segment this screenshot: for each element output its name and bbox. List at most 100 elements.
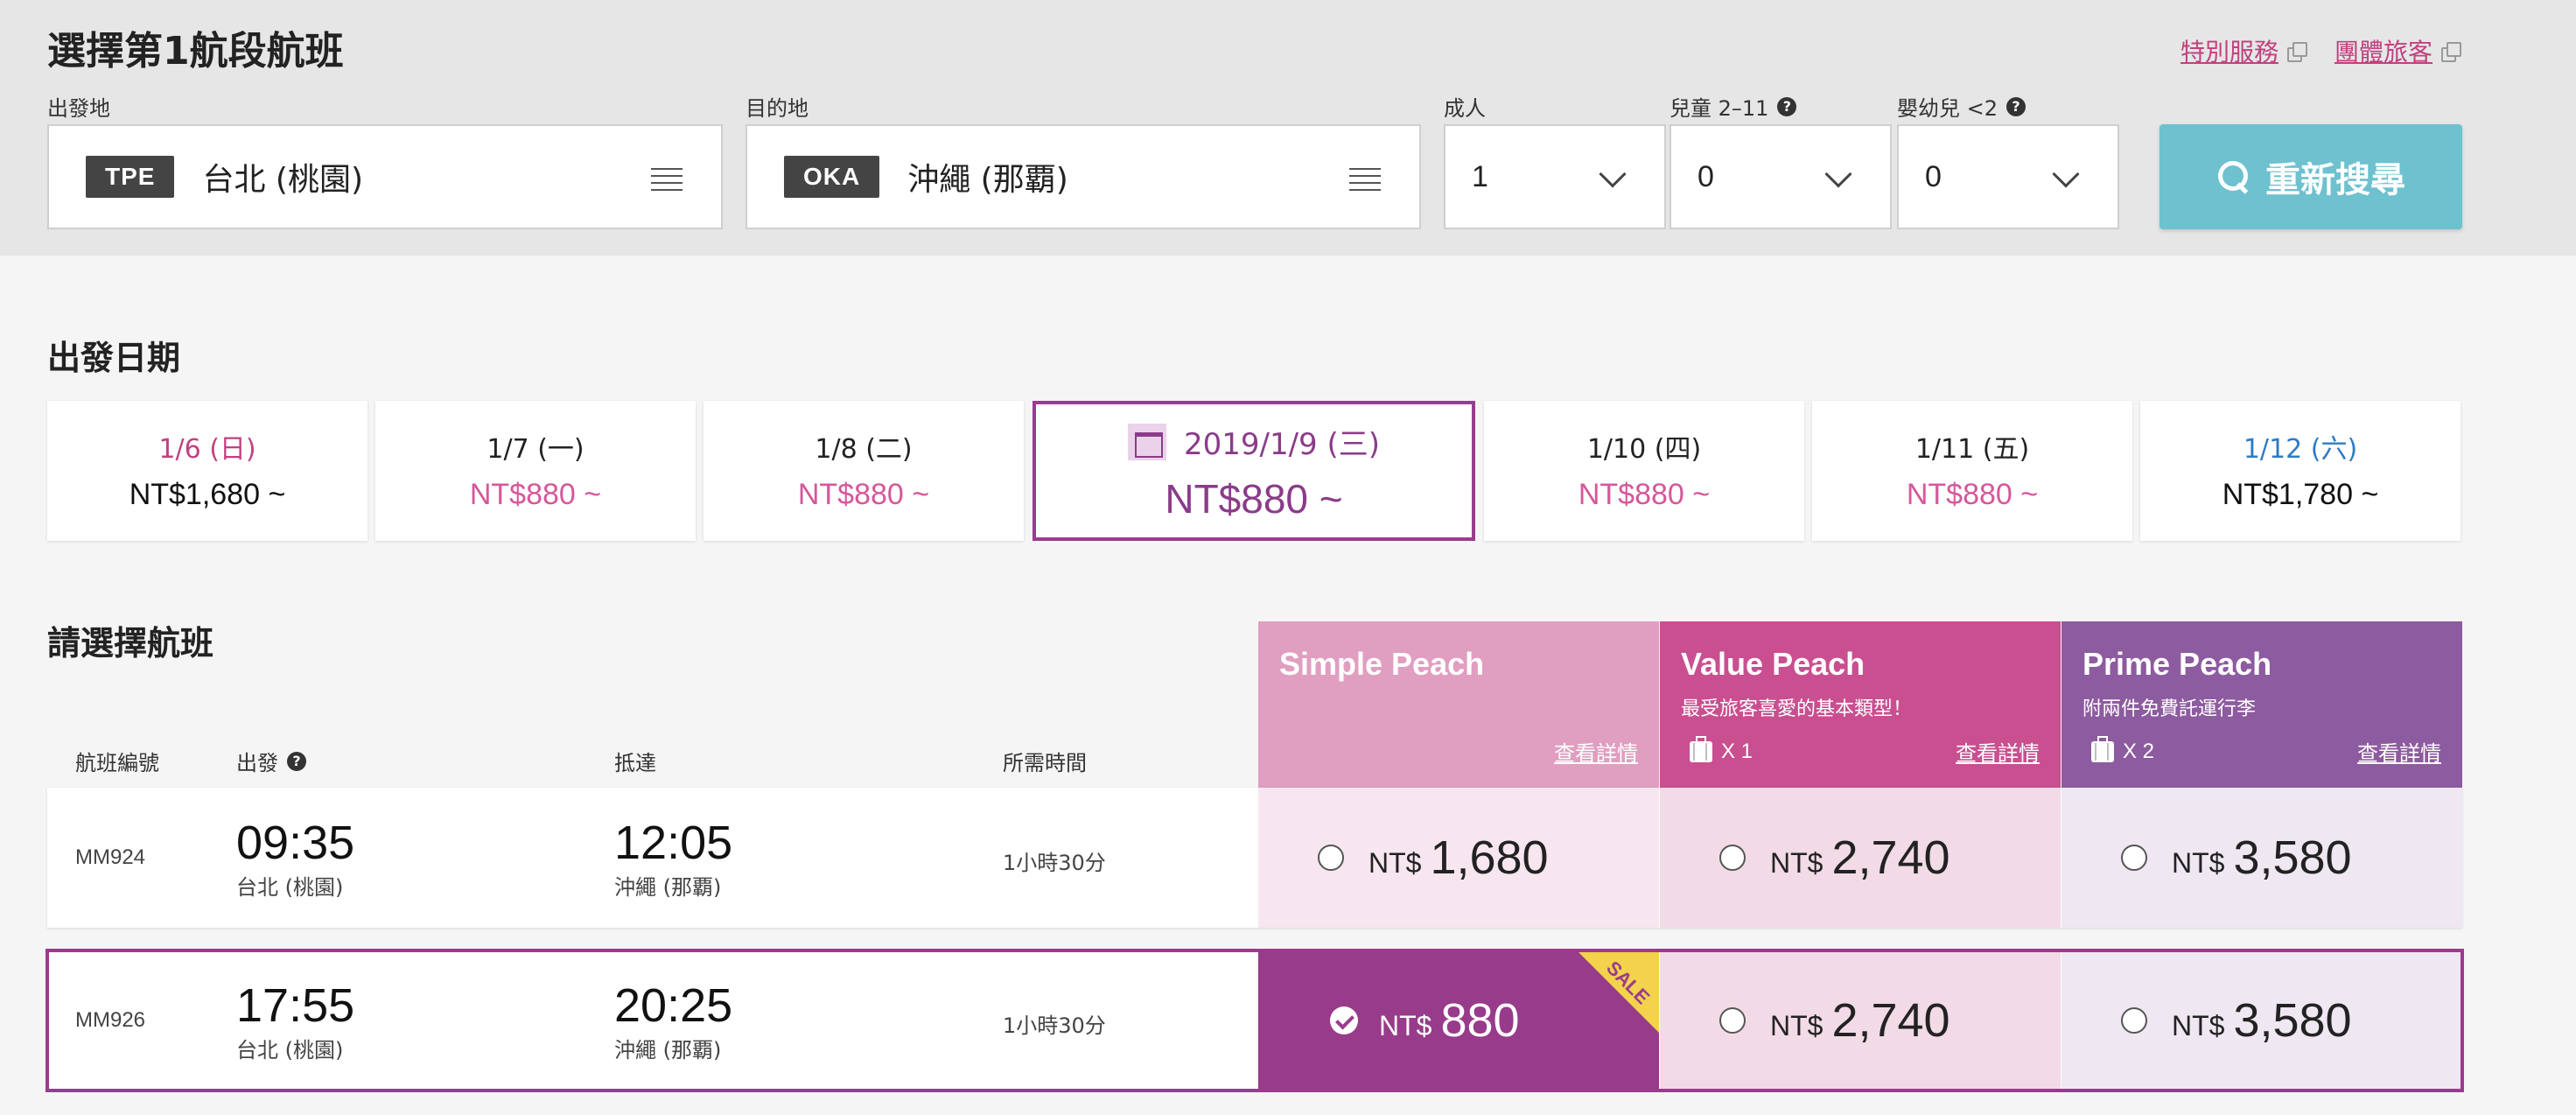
infants-label: 嬰幼兒 <2 — [1897, 96, 1998, 121]
fare-detail-link[interactable]: 查看詳情 — [1956, 736, 2040, 767]
origin-label: 出發地 — [47, 96, 110, 121]
fare-header-simple: Simple Peach 查看詳情 — [1258, 621, 1659, 788]
checkmark-icon[interactable] — [1330, 1006, 1358, 1034]
special-service-label: 特別服務 — [2180, 38, 2278, 67]
date-label: 1/12 (六) — [2243, 434, 2358, 465]
price-currency: NT$ — [1770, 846, 1824, 879]
list-icon[interactable] — [651, 168, 682, 191]
price-value: 880 — [1440, 994, 1520, 1047]
destination-field[interactable]: OKA 沖繩 (那覇) — [746, 124, 1421, 229]
adults-select[interactable]: 1 — [1444, 124, 1666, 229]
flight-duration: 1小時30分 — [1003, 1013, 1106, 1038]
fare-option-simple[interactable]: NT$ 1,680 — [1258, 788, 1659, 928]
date-label: 1/10 (四) — [1586, 434, 1702, 465]
date-label: 1/8 (二) — [815, 434, 913, 465]
calendar-icon — [1127, 423, 1166, 460]
fare-option-prime[interactable]: NT$ 3,580 — [2062, 788, 2462, 928]
infants-value: 0 — [1925, 159, 1942, 193]
sale-badge-text: SALE — [1602, 957, 1655, 1009]
children-value: 0 — [1698, 159, 1714, 193]
fare-name: Simple Peach — [1279, 646, 1485, 682]
price-currency: NT$ — [1368, 846, 1422, 879]
date-label: 1/7 (一) — [486, 434, 584, 465]
children-select[interactable]: 0 — [1670, 124, 1892, 229]
origin-field[interactable]: TPE 台北 (桃園) — [47, 124, 723, 229]
fare-header-value: Value Peach 最受旅客喜愛的基本類型！ X 1 查看詳情 — [1660, 621, 2061, 788]
price-value: 1,680 — [1430, 831, 1549, 884]
date-card[interactable]: 1/12 (六) NT$1,780 ~ — [2140, 401, 2460, 541]
flight-duration: 1小時30分 — [1003, 851, 1106, 875]
fare-detail-link[interactable]: 查看詳情 — [2357, 736, 2441, 767]
price-currency: NT$ — [2172, 1009, 2225, 1041]
depart-time: 17:55 — [236, 979, 355, 1032]
price-currency: NT$ — [2172, 846, 2225, 879]
date-card-selected[interactable]: 2019/1/9 (三) NT$880 ~ — [1032, 401, 1475, 541]
date-card[interactable]: 1/6 (日) NT$1,680 ~ — [47, 401, 368, 541]
special-service-link[interactable]: 特別服務 — [2180, 33, 2307, 68]
destination-label: 目的地 — [746, 96, 808, 121]
search-icon — [2216, 159, 2251, 194]
date-price: NT$880 ~ — [1578, 478, 1711, 511]
sale-badge: SALE — [1578, 952, 1659, 1033]
radio-button[interactable] — [2121, 845, 2147, 871]
fare-detail-link[interactable]: 查看詳情 — [1554, 736, 1638, 767]
radio-button[interactable] — [2121, 1007, 2147, 1034]
external-window-icon — [2441, 42, 2461, 62]
flight-number: MM924 — [75, 845, 146, 869]
date-price: NT$880 ~ — [1906, 478, 2039, 511]
luggage-icon — [2091, 735, 2114, 762]
price-value: 2,740 — [1831, 831, 1950, 884]
fare-subtitle: 最受旅客喜愛的基本類型！ — [1681, 698, 1913, 720]
price-value: 3,580 — [2233, 994, 2352, 1047]
group-travel-link[interactable]: 團體旅客 — [2334, 33, 2461, 68]
luggage-icon — [1690, 735, 1712, 762]
date-card[interactable]: 1/7 (一) NT$880 ~ — [375, 401, 696, 541]
date-price: NT$1,780 ~ — [2222, 478, 2379, 511]
date-card[interactable]: 1/10 (四) NT$880 ~ — [1484, 401, 1804, 541]
fare-option-value[interactable]: NT$ 2,740 — [1660, 952, 2061, 1089]
help-icon[interactable]: ? — [2006, 96, 2026, 116]
date-label-selected: 2019/1/9 (三) — [1036, 420, 1472, 463]
flight-row-selected: MM926 17:55 台北 (桃園) 20:25 沖繩 (那覇) 1小時30分… — [46, 949, 2464, 1092]
col-header-duration: 所需時間 — [1003, 751, 1087, 775]
baggage-allowance: X 2 — [2091, 735, 2154, 764]
arrive-time: 20:25 — [614, 979, 733, 1032]
list-icon[interactable] — [1349, 168, 1381, 191]
help-icon[interactable]: ? — [287, 751, 306, 771]
col-header-flight-no: 航班編號 — [75, 751, 159, 775]
date-card[interactable]: 1/8 (二) NT$880 ~ — [704, 401, 1024, 541]
re-search-button[interactable]: 重新搜尋 — [2160, 124, 2462, 229]
date-label: 1/11 (五) — [1914, 434, 2030, 465]
origin-code-badge: TPE — [86, 156, 175, 198]
group-travel-label: 團體旅客 — [2334, 38, 2432, 67]
fare-option-prime[interactable]: NT$ 3,580 — [2062, 952, 2460, 1089]
price-currency: NT$ — [1770, 1009, 1824, 1041]
fare-header-prime: Prime Peach 附兩件免費託運行李 X 2 查看詳情 — [2062, 621, 2462, 788]
flight-row: MM924 09:35 台北 (桃園) 12:05 沖繩 (那覇) 1小時30分… — [47, 788, 2462, 928]
radio-button[interactable] — [1719, 845, 1746, 871]
dates-title: 出發日期 — [47, 339, 181, 377]
infants-label-wrap: 嬰幼兒 <2 ? — [1897, 91, 2026, 122]
price-currency: NT$ — [1379, 1009, 1432, 1041]
fare-option-simple-selected[interactable]: NT$ 880 SALE — [1258, 952, 1659, 1089]
re-search-label: 重新搜尋 — [2265, 160, 2405, 200]
fare-option-value[interactable]: NT$ 2,740 — [1660, 788, 2061, 928]
baggage-count: X 1 — [1721, 739, 1754, 763]
depart-time: 09:35 — [236, 817, 355, 869]
date-card[interactable]: 1/11 (五) NT$880 ~ — [1812, 401, 2132, 541]
radio-button[interactable] — [1318, 845, 1344, 871]
destination-code-badge: OKA — [784, 156, 880, 198]
depart-city: 台北 (桃園) — [236, 875, 344, 900]
fare-name: Prime Peach — [2082, 646, 2272, 682]
search-panel: 選擇第1航段航班 特別服務 團體旅客 出發地 TPE 台北 (桃園) 目的地 O… — [0, 0, 2576, 256]
date-selector: 1/6 (日) NT$1,680 ~ 1/7 (一) NT$880 ~ 1/8 … — [47, 401, 2462, 541]
selected-date-text: 2019/1/9 (三) — [1183, 427, 1381, 462]
page-title: 選擇第1航段航班 — [47, 29, 344, 74]
chevron-down-icon — [1599, 160, 1627, 188]
arrive-time: 12:05 — [614, 817, 733, 869]
date-price: NT$880 ~ — [797, 478, 930, 511]
help-icon[interactable]: ? — [1777, 96, 1797, 116]
infants-select[interactable]: 0 — [1897, 124, 2119, 229]
radio-button[interactable] — [1719, 1007, 1746, 1034]
date-label: 1/6 (日) — [158, 434, 256, 465]
